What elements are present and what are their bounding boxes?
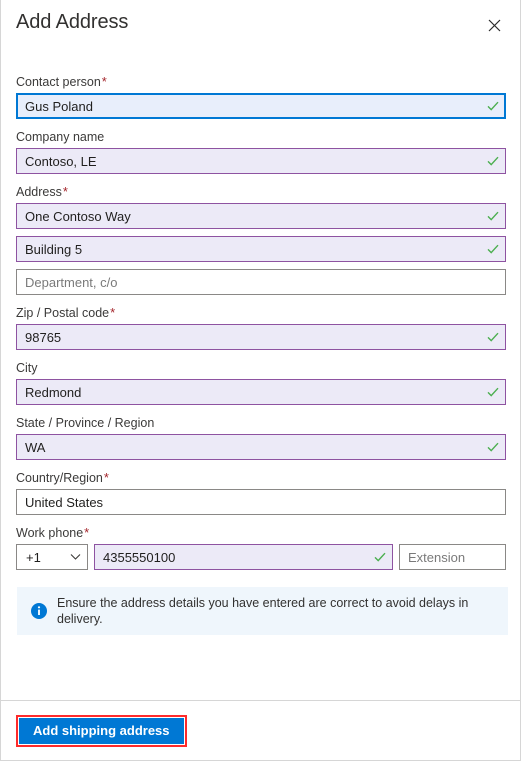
input-wrap-country (16, 489, 506, 515)
required-marker: * (101, 74, 107, 89)
required-marker: * (103, 470, 109, 485)
label-city: City (16, 361, 38, 375)
label-work-phone: Work phone* (16, 525, 506, 541)
label-zip-postal-code: Zip / Postal code* (16, 305, 506, 321)
address-line-3-department-input[interactable] (16, 269, 506, 295)
zip-postal-code-input[interactable] (16, 324, 506, 350)
label-country-region: Country/Region* (16, 470, 506, 486)
page-title: Add Address (16, 11, 129, 33)
info-message: Ensure the address details you have ente… (57, 596, 469, 626)
company-name-input[interactable] (16, 148, 506, 174)
close-icon (488, 19, 501, 32)
address-form: Contact person* Company name Address (1, 58, 520, 700)
field-zip-postal-code: Zip / Postal code* (16, 305, 506, 350)
required-marker: * (84, 525, 90, 540)
label-text: Contact person (16, 75, 101, 89)
city-input[interactable] (16, 379, 506, 405)
input-wrap-extension (399, 544, 506, 570)
add-address-dialog: Add Address Contact person* Co (0, 0, 521, 761)
field-work-phone: Work phone* +1 (16, 525, 506, 570)
input-wrap-state (16, 434, 506, 460)
label-text: Work phone (16, 526, 84, 540)
input-wrap-zip (16, 324, 506, 350)
input-wrap-company-name (16, 148, 506, 174)
label-state-province-region: State / Province / Region (16, 416, 155, 430)
work-phone-row: +1 (16, 544, 506, 570)
dialog-footer: Add shipping address (1, 700, 520, 760)
label-company-name: Company name (16, 130, 105, 144)
chevron-down-icon (70, 553, 81, 561)
dialog-header: Add Address (1, 0, 520, 58)
field-city: City (16, 360, 506, 405)
required-marker: * (110, 305, 116, 320)
required-marker: * (62, 184, 68, 199)
country-code-value: +1 (26, 549, 41, 565)
extension-input[interactable] (399, 544, 506, 570)
field-state-province-region: State / Province / Region (16, 415, 506, 460)
submit-highlight-annotation: Add shipping address (16, 714, 187, 747)
label-text: Zip / Postal code (16, 306, 110, 320)
work-phone-number-input[interactable] (94, 544, 393, 570)
add-shipping-address-button[interactable]: Add shipping address (19, 717, 184, 744)
input-wrap-address-line-1 (16, 203, 506, 229)
contact-person-input[interactable] (16, 93, 506, 119)
info-circle-icon (31, 603, 47, 619)
label-text: Address (16, 185, 62, 199)
country-region-input[interactable] (16, 489, 506, 515)
input-wrap-address-line-2 (16, 236, 506, 262)
address-line-2-input[interactable] (16, 236, 506, 262)
country-code-dropdown[interactable]: +1 (16, 544, 88, 570)
input-wrap-city (16, 379, 506, 405)
field-contact-person: Contact person* (16, 74, 506, 119)
info-banner: Ensure the address details you have ente… (17, 587, 508, 635)
input-wrap-address-line-3 (16, 269, 506, 295)
label-contact-person: Contact person* (16, 74, 506, 90)
label-address: Address* (16, 184, 506, 200)
field-country-region: Country/Region* (16, 470, 506, 515)
input-wrap-phone-number (94, 544, 393, 570)
input-wrap-contact-person (16, 93, 506, 119)
address-line-1-input[interactable] (16, 203, 506, 229)
label-text: Country/Region (16, 471, 103, 485)
field-address: Address* (16, 184, 506, 295)
state-province-region-input[interactable] (16, 434, 506, 460)
close-button[interactable] (480, 11, 508, 39)
field-company-name: Company name (16, 129, 506, 174)
